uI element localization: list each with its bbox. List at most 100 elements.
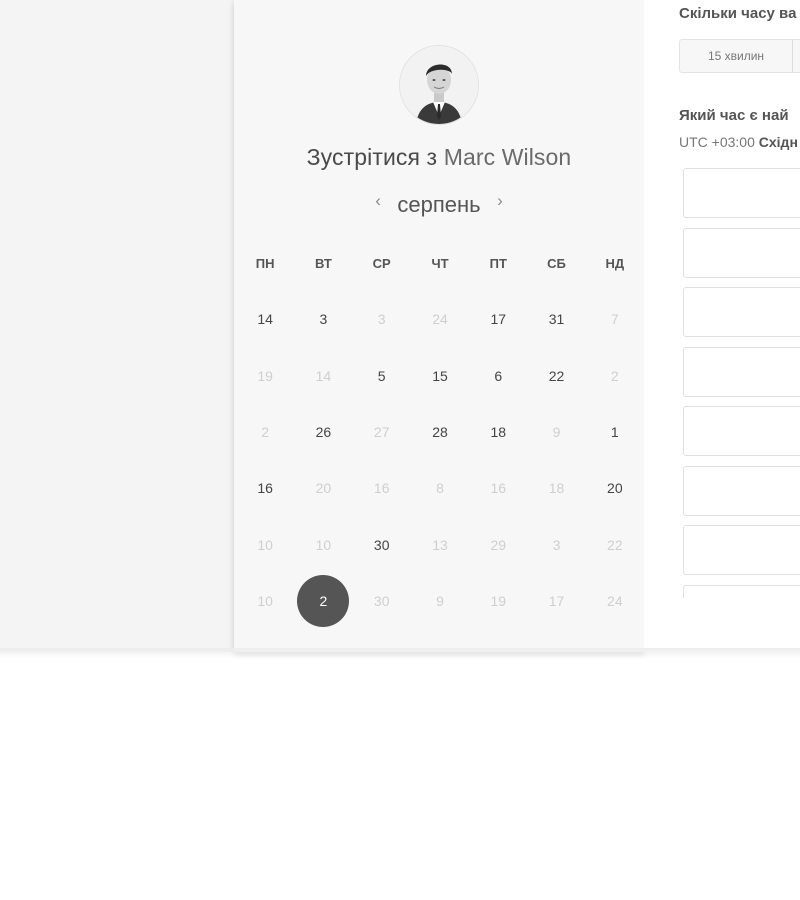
- calendar-day[interactable]: 30: [353, 517, 411, 573]
- calendar-day[interactable]: 3: [294, 291, 352, 347]
- weekday-label: ВТ: [315, 256, 332, 271]
- meeting-title: Зустрітися з Marc Wilson: [234, 144, 644, 171]
- time-slot-list: [683, 168, 800, 598]
- calendar-day[interactable]: 26: [294, 404, 352, 460]
- calendar-day: 3: [353, 291, 411, 347]
- calendar-day-number: 13: [432, 536, 448, 553]
- calendar-day-number: 6: [494, 367, 503, 384]
- calendar-day: 17: [527, 573, 585, 629]
- calendar-week-row: 19 14 5 15 6 22 2: [236, 347, 644, 403]
- calendar-day-number: 3: [377, 311, 386, 328]
- calendar-day[interactable]: 1: [586, 404, 644, 460]
- time-slot-button[interactable]: [683, 346, 800, 397]
- calendar-day-number: 19: [490, 593, 507, 610]
- calendar-day-number: 30: [373, 536, 390, 553]
- time-slot-button[interactable]: [683, 227, 800, 278]
- calendar-day: 10: [294, 517, 352, 573]
- month-navigation: ‹ серпень ›: [234, 191, 644, 222]
- duration-option-button[interactable]: 15 хвилин: [680, 40, 793, 72]
- calendar-day: 16: [353, 460, 411, 516]
- prev-month-button[interactable]: ‹: [367, 191, 389, 211]
- calendar-day: 2: [586, 347, 644, 403]
- calendar-day-number: 24: [607, 593, 623, 610]
- calendar-day[interactable]: 14: [236, 291, 294, 347]
- calendar-day-number: 8: [436, 480, 444, 497]
- calendar-day-selected[interactable]: 2: [294, 573, 352, 629]
- host-photo-icon: [400, 46, 478, 124]
- bottom-shadow: [0, 648, 800, 658]
- next-month-button[interactable]: ›: [489, 191, 511, 211]
- weekday-header: ПН ВТ СР ЧТ ПТ СБ НД: [236, 256, 644, 271]
- calendar-day[interactable]: 5: [353, 347, 411, 403]
- calendar-day-number: 3: [319, 311, 328, 328]
- calendar-day: 24: [586, 573, 644, 629]
- calendar-day-number: 2: [610, 367, 619, 384]
- calendar-day-number: 31: [548, 311, 565, 328]
- calendar-day-number: 16: [373, 480, 390, 497]
- weekday-label: НД: [605, 256, 625, 271]
- calendar-day[interactable]: 28: [411, 404, 469, 460]
- calendar-day[interactable]: 17: [469, 291, 527, 347]
- calendar-day: 8: [411, 460, 469, 516]
- calendar-day-number: 16: [490, 480, 507, 497]
- calendar-day: 30: [353, 573, 411, 629]
- calendar-week-row: 10 2 30 9 19 17 24: [236, 573, 644, 629]
- calendar-day-number: 5: [377, 367, 386, 384]
- calendar-day-number: 2: [261, 423, 270, 440]
- weekday-label: СР: [372, 256, 391, 271]
- calendar-day-number: 28: [432, 423, 448, 440]
- calendar-day[interactable]: 18: [469, 404, 527, 460]
- calendar-day: 24: [411, 291, 469, 347]
- calendar-day-number: 29: [490, 536, 507, 553]
- time-slot-button[interactable]: [683, 287, 800, 337]
- calendar-week-row: 2 26 27 28 18 9 1: [236, 404, 644, 460]
- timezone-label: UTC +03:00 Східн: [679, 134, 798, 150]
- duration-question: Скільки часу ва: [679, 5, 797, 22]
- calendar-day: 29: [469, 517, 527, 573]
- calendar-day: 3: [527, 517, 585, 573]
- calendar-day-number: 17: [548, 593, 565, 610]
- calendar-day: 22: [586, 517, 644, 573]
- meeting-title-prefix: Зустрітися з: [306, 144, 438, 170]
- calendar-day[interactable]: 31: [527, 291, 585, 347]
- calendar-day-number: 10: [315, 536, 332, 553]
- calendar-day-number: 3: [552, 536, 561, 553]
- calendar-day: 19: [469, 573, 527, 629]
- timezone-name: Східн: [758, 134, 798, 150]
- time-slot-button[interactable]: [683, 584, 800, 598]
- calendar-grid: 14 3 3 24 17 31 7 19 14 5 15 6 22 2 2 26 27 28 18 9 1 16 20 16 8…: [236, 291, 644, 629]
- calendar-day-number: 26: [315, 423, 332, 440]
- time-slot-button[interactable]: [683, 406, 800, 456]
- calendar-day[interactable]: 22: [527, 347, 585, 403]
- calendar-day[interactable]: 16: [236, 460, 294, 516]
- time-slot-button[interactable]: [683, 465, 800, 516]
- weekday-label: ПН: [255, 256, 275, 271]
- calendar-day-number: 9: [436, 593, 444, 610]
- host-name: Marc Wilson: [443, 144, 572, 170]
- calendar-day-number: 14: [315, 367, 332, 384]
- calendar-day: 2: [236, 404, 294, 460]
- calendar-day: 10: [236, 517, 294, 573]
- calendar-day-number: 1: [610, 423, 619, 440]
- calendar-day-number: 2: [297, 575, 350, 628]
- calendar-day-number: 7: [610, 311, 619, 328]
- time-slot-button[interactable]: [683, 525, 800, 575]
- calendar-day-number: 18: [490, 423, 507, 440]
- avatar: [400, 46, 478, 124]
- calendar-day-number: 27: [373, 423, 390, 440]
- calendar-day-number: 14: [257, 311, 273, 328]
- calendar-day: 27: [353, 404, 411, 460]
- time-slot-button[interactable]: [683, 168, 800, 218]
- timezone-offset: UTC +03:00: [679, 134, 755, 150]
- calendar-day[interactable]: 6: [469, 347, 527, 403]
- calendar-day: 20: [294, 460, 352, 516]
- calendar-day-number: 18: [548, 480, 565, 497]
- calendar-day: 7: [586, 291, 644, 347]
- calendar-day-number: 19: [257, 367, 273, 384]
- calendar-week-row: 14 3 3 24 17 31 7: [236, 291, 644, 347]
- scheduler-card: Зустрітися з Marc Wilson ‹ серпень › ПН В…: [234, 0, 644, 652]
- calendar-day[interactable]: 20: [586, 460, 644, 516]
- calendar-day[interactable]: 15: [411, 347, 469, 403]
- calendar-day-number: 30: [373, 593, 390, 610]
- calendar-day: 9: [527, 404, 585, 460]
